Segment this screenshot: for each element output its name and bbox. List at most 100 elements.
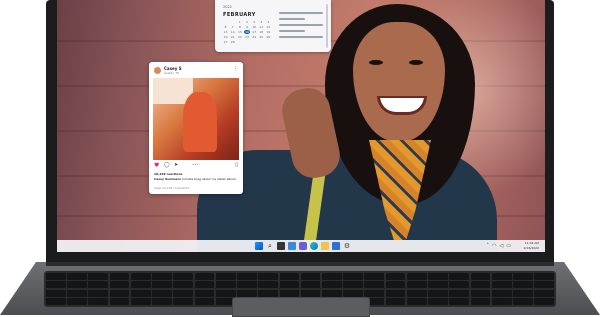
keyboard-key[interactable] bbox=[534, 273, 554, 280]
keyboard-key[interactable] bbox=[470, 298, 491, 305]
keyboard-key[interactable] bbox=[194, 281, 215, 289]
more-options-icon[interactable]: ⋮ bbox=[233, 66, 238, 72]
keyboard-key[interactable] bbox=[258, 273, 279, 280]
keyboard-key[interactable] bbox=[321, 281, 342, 289]
keyboard-key[interactable] bbox=[534, 281, 554, 289]
keyboard-key[interactable] bbox=[279, 289, 300, 297]
keyboard-key[interactable] bbox=[364, 281, 385, 289]
keyboard-key[interactable] bbox=[215, 273, 236, 280]
keyboard-key[interactable] bbox=[130, 289, 151, 297]
keyboard-key[interactable] bbox=[67, 273, 87, 280]
keyboard-key[interactable] bbox=[258, 281, 279, 289]
keyboard-key[interactable] bbox=[513, 289, 533, 297]
keyboard-key[interactable] bbox=[194, 289, 215, 297]
keyboard-key[interactable] bbox=[173, 281, 194, 289]
taskbar-clock[interactable]: 11:04 AM 2/16/2022 bbox=[524, 241, 539, 250]
keyboard-key[interactable] bbox=[428, 273, 448, 280]
keyboard-key[interactable] bbox=[88, 298, 109, 305]
keyboard-key[interactable] bbox=[88, 289, 109, 297]
keyboard-key[interactable] bbox=[300, 289, 321, 297]
keyboard-key[interactable] bbox=[152, 281, 172, 289]
calendar-day[interactable]: 5 bbox=[266, 20, 271, 24]
keyboard-key[interactable] bbox=[46, 273, 66, 280]
calendar-day[interactable]: 11 bbox=[259, 25, 264, 29]
calendar-day[interactable]: 9 bbox=[244, 25, 249, 29]
keyboard-key[interactable] bbox=[470, 281, 491, 289]
keyboard-key[interactable] bbox=[300, 273, 321, 280]
search-icon[interactable]: ⌕ bbox=[266, 242, 274, 250]
calendar-widget[interactable]: 2022 FEBRUARY 1 2 3 4 5 6 7 8 9 10 11 12 13 14 15 16 17 1… bbox=[215, 0, 331, 52]
keyboard-key[interactable] bbox=[109, 298, 130, 305]
calendar-event[interactable] bbox=[279, 30, 306, 32]
store-icon[interactable] bbox=[332, 242, 340, 250]
share-icon[interactable]: ➤ bbox=[174, 162, 178, 168]
keyboard-key[interactable] bbox=[428, 289, 448, 297]
calendar-event[interactable] bbox=[279, 24, 323, 26]
bookmark-icon[interactable]: ▯ bbox=[235, 162, 238, 168]
keyboard-key[interactable] bbox=[406, 281, 427, 289]
calendar-day[interactable]: 2 bbox=[244, 20, 249, 24]
keyboard-key[interactable] bbox=[109, 289, 130, 297]
calendar-day[interactable]: 17 bbox=[252, 30, 257, 34]
keyboard-key[interactable] bbox=[130, 281, 151, 289]
keyboard-key[interactable] bbox=[67, 281, 87, 289]
keyboard-key[interactable] bbox=[321, 273, 342, 280]
keyboard-key[interactable] bbox=[130, 298, 151, 305]
view-comments-link[interactable]: View all 128 comments bbox=[154, 186, 189, 190]
calendar-day[interactable]: 16 bbox=[244, 30, 250, 34]
keyboard-key[interactable] bbox=[428, 298, 448, 305]
calendar-day[interactable]: 28 bbox=[230, 40, 235, 44]
keyboard-key[interactable] bbox=[215, 289, 236, 297]
keyboard-key[interactable] bbox=[88, 273, 109, 280]
calendar-day[interactable]: 1 bbox=[237, 20, 242, 24]
calendar-day[interactable]: 18 bbox=[259, 30, 264, 34]
chevron-up-icon[interactable]: ˄ bbox=[487, 243, 490, 249]
wifi-icon[interactable]: ◠ bbox=[492, 243, 496, 249]
keyboard-key[interactable] bbox=[470, 289, 491, 297]
heart-icon[interactable]: ♥ bbox=[154, 162, 159, 169]
keyboard-key[interactable] bbox=[67, 298, 87, 305]
keyboard-key[interactable] bbox=[215, 281, 236, 289]
keyboard-key[interactable] bbox=[46, 281, 66, 289]
keyboard-key[interactable] bbox=[406, 298, 427, 305]
keyboard-key[interactable] bbox=[67, 289, 87, 297]
edge-icon[interactable] bbox=[310, 242, 318, 250]
avatar[interactable] bbox=[154, 67, 161, 74]
keyboard-key[interactable] bbox=[343, 289, 363, 297]
settings-icon[interactable]: ⚙ bbox=[343, 242, 351, 250]
calendar-day[interactable]: 3 bbox=[252, 20, 257, 24]
keyboard-key[interactable] bbox=[173, 273, 194, 280]
keyboard-key[interactable] bbox=[300, 281, 321, 289]
calendar-day[interactable]: 20 bbox=[223, 35, 228, 39]
chat-icon[interactable] bbox=[299, 242, 307, 250]
keyboard-key[interactable] bbox=[279, 281, 300, 289]
keyboard-key[interactable] bbox=[237, 273, 257, 280]
keyboard-key[interactable] bbox=[449, 289, 470, 297]
post-image[interactable] bbox=[153, 78, 239, 160]
keyboard-key[interactable] bbox=[237, 289, 257, 297]
keyboard-key[interactable] bbox=[109, 281, 130, 289]
keyboard-key[interactable] bbox=[364, 273, 385, 280]
keyboard-key[interactable] bbox=[470, 273, 491, 280]
keyboard-key[interactable] bbox=[513, 281, 533, 289]
keyboard-key[interactable] bbox=[385, 281, 406, 289]
keyboard-key[interactable] bbox=[88, 281, 109, 289]
keyboard-key[interactable] bbox=[534, 298, 554, 305]
keyboard-key[interactable] bbox=[513, 298, 533, 305]
file-explorer-icon[interactable] bbox=[321, 242, 329, 250]
task-view-icon[interactable] bbox=[277, 242, 285, 250]
keyboard-key[interactable] bbox=[385, 289, 406, 297]
calendar-day[interactable]: 4 bbox=[259, 20, 264, 24]
calendar-event[interactable] bbox=[279, 36, 323, 38]
calendar-day[interactable]: 8 bbox=[237, 25, 242, 29]
keyboard-key[interactable] bbox=[194, 298, 215, 305]
keyboard-key[interactable] bbox=[343, 273, 363, 280]
calendar-day[interactable]: 14 bbox=[230, 30, 235, 34]
keyboard-key[interactable] bbox=[130, 273, 151, 280]
keyboard-key[interactable] bbox=[364, 289, 385, 297]
keyboard-key[interactable] bbox=[385, 298, 406, 305]
calendar-day[interactable]: 23 bbox=[244, 35, 249, 39]
calendar-day[interactable]: 12 bbox=[266, 25, 271, 29]
keyboard-key[interactable] bbox=[279, 273, 300, 280]
calendar-day[interactable]: 6 bbox=[223, 25, 228, 29]
